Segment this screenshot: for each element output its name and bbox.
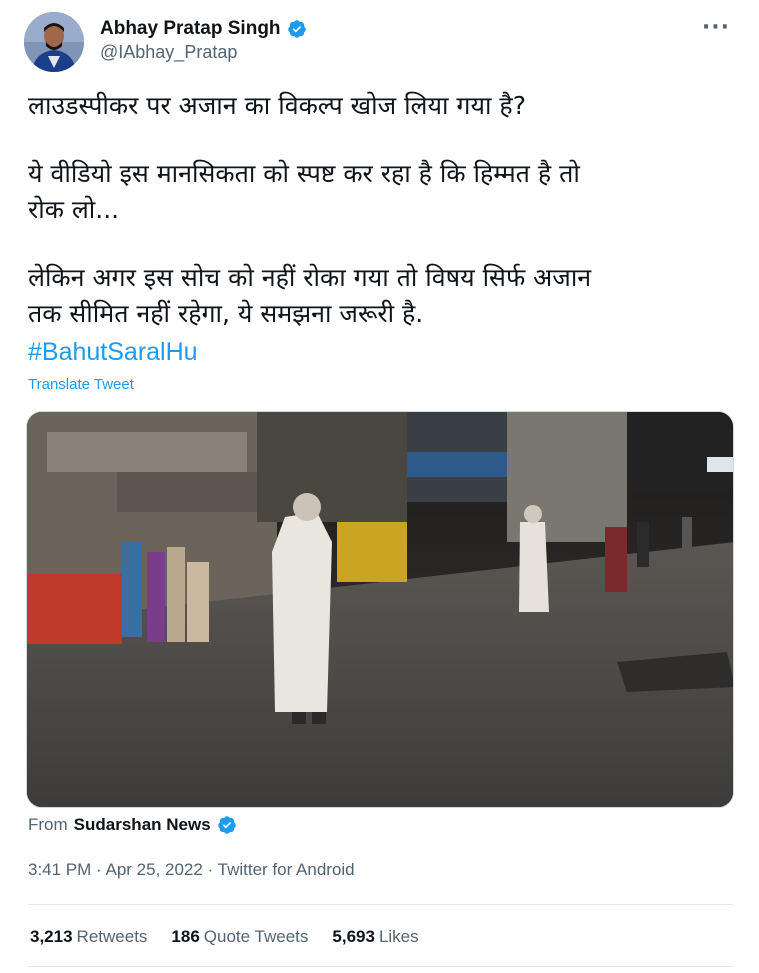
avatar[interactable] xyxy=(24,12,84,72)
tweet-line: तक सीमित नहीं रहेगा, ये समझना जरूरी है. xyxy=(28,299,424,328)
hashtag-link[interactable]: #BahutSaralHu xyxy=(28,338,198,367)
quote-tweets-label: Quote Tweets xyxy=(203,927,309,946)
author-block: Abhay Pratap Singh @IAbhay_Pratap xyxy=(100,18,307,63)
likes-label: Likes xyxy=(378,927,419,946)
divider xyxy=(28,966,733,967)
source-attribution: From Sudarshan News xyxy=(28,815,237,835)
tweet-header: Abhay Pratap Singh @IAbhay_Pratap ··· xyxy=(24,12,734,72)
likes-count: 5,693 xyxy=(332,927,375,946)
video-frame-image xyxy=(27,412,733,807)
verified-badge-icon xyxy=(217,816,236,834)
divider xyxy=(28,904,733,905)
source-prefix: From xyxy=(28,815,68,834)
video-media[interactable] xyxy=(26,411,734,808)
verified-badge-icon xyxy=(287,20,306,38)
quote-tweets-count: 186 xyxy=(171,927,200,946)
tweet-line: ये वीडियो इस मानसिकता को स्पष्ट कर रहा ह… xyxy=(28,159,580,188)
translate-tweet-link[interactable]: Translate Tweet xyxy=(28,376,134,393)
source-name[interactable]: Sudarshan News xyxy=(74,815,211,835)
retweets-label: Retweets xyxy=(76,927,148,946)
avatar-image xyxy=(24,12,84,72)
author-name[interactable]: Abhay Pratap Singh xyxy=(100,18,281,40)
quote-tweets-stat[interactable]: 186 Quote Tweets xyxy=(171,927,308,947)
author-handle[interactable]: @IAbhay_Pratap xyxy=(100,42,307,63)
tweet-line: लेकिन अगर इस सोच को नहीं रोका गया तो विष… xyxy=(28,263,592,292)
engagement-stats: 3,213 Retweets 186 Quote Tweets 5,693 Likes xyxy=(30,927,419,947)
more-dots-icon[interactable]: ··· xyxy=(702,17,730,39)
retweets-stat[interactable]: 3,213 Retweets xyxy=(30,927,147,947)
tweet-body: लाउडस्पीकर पर अजान का विकल्प खोज लिया गय… xyxy=(28,88,728,332)
tweet-timestamp[interactable]: 3:41 PM · Apr 25, 2022 · Twitter for And… xyxy=(28,860,355,880)
tweet-line: रोक लो... xyxy=(28,195,120,224)
tweet-line: लाउडस्पीकर पर अजान का विकल्प खोज लिया गय… xyxy=(28,91,526,120)
retweets-count: 3,213 xyxy=(30,927,73,946)
likes-stat[interactable]: 5,693 Likes xyxy=(332,927,418,947)
